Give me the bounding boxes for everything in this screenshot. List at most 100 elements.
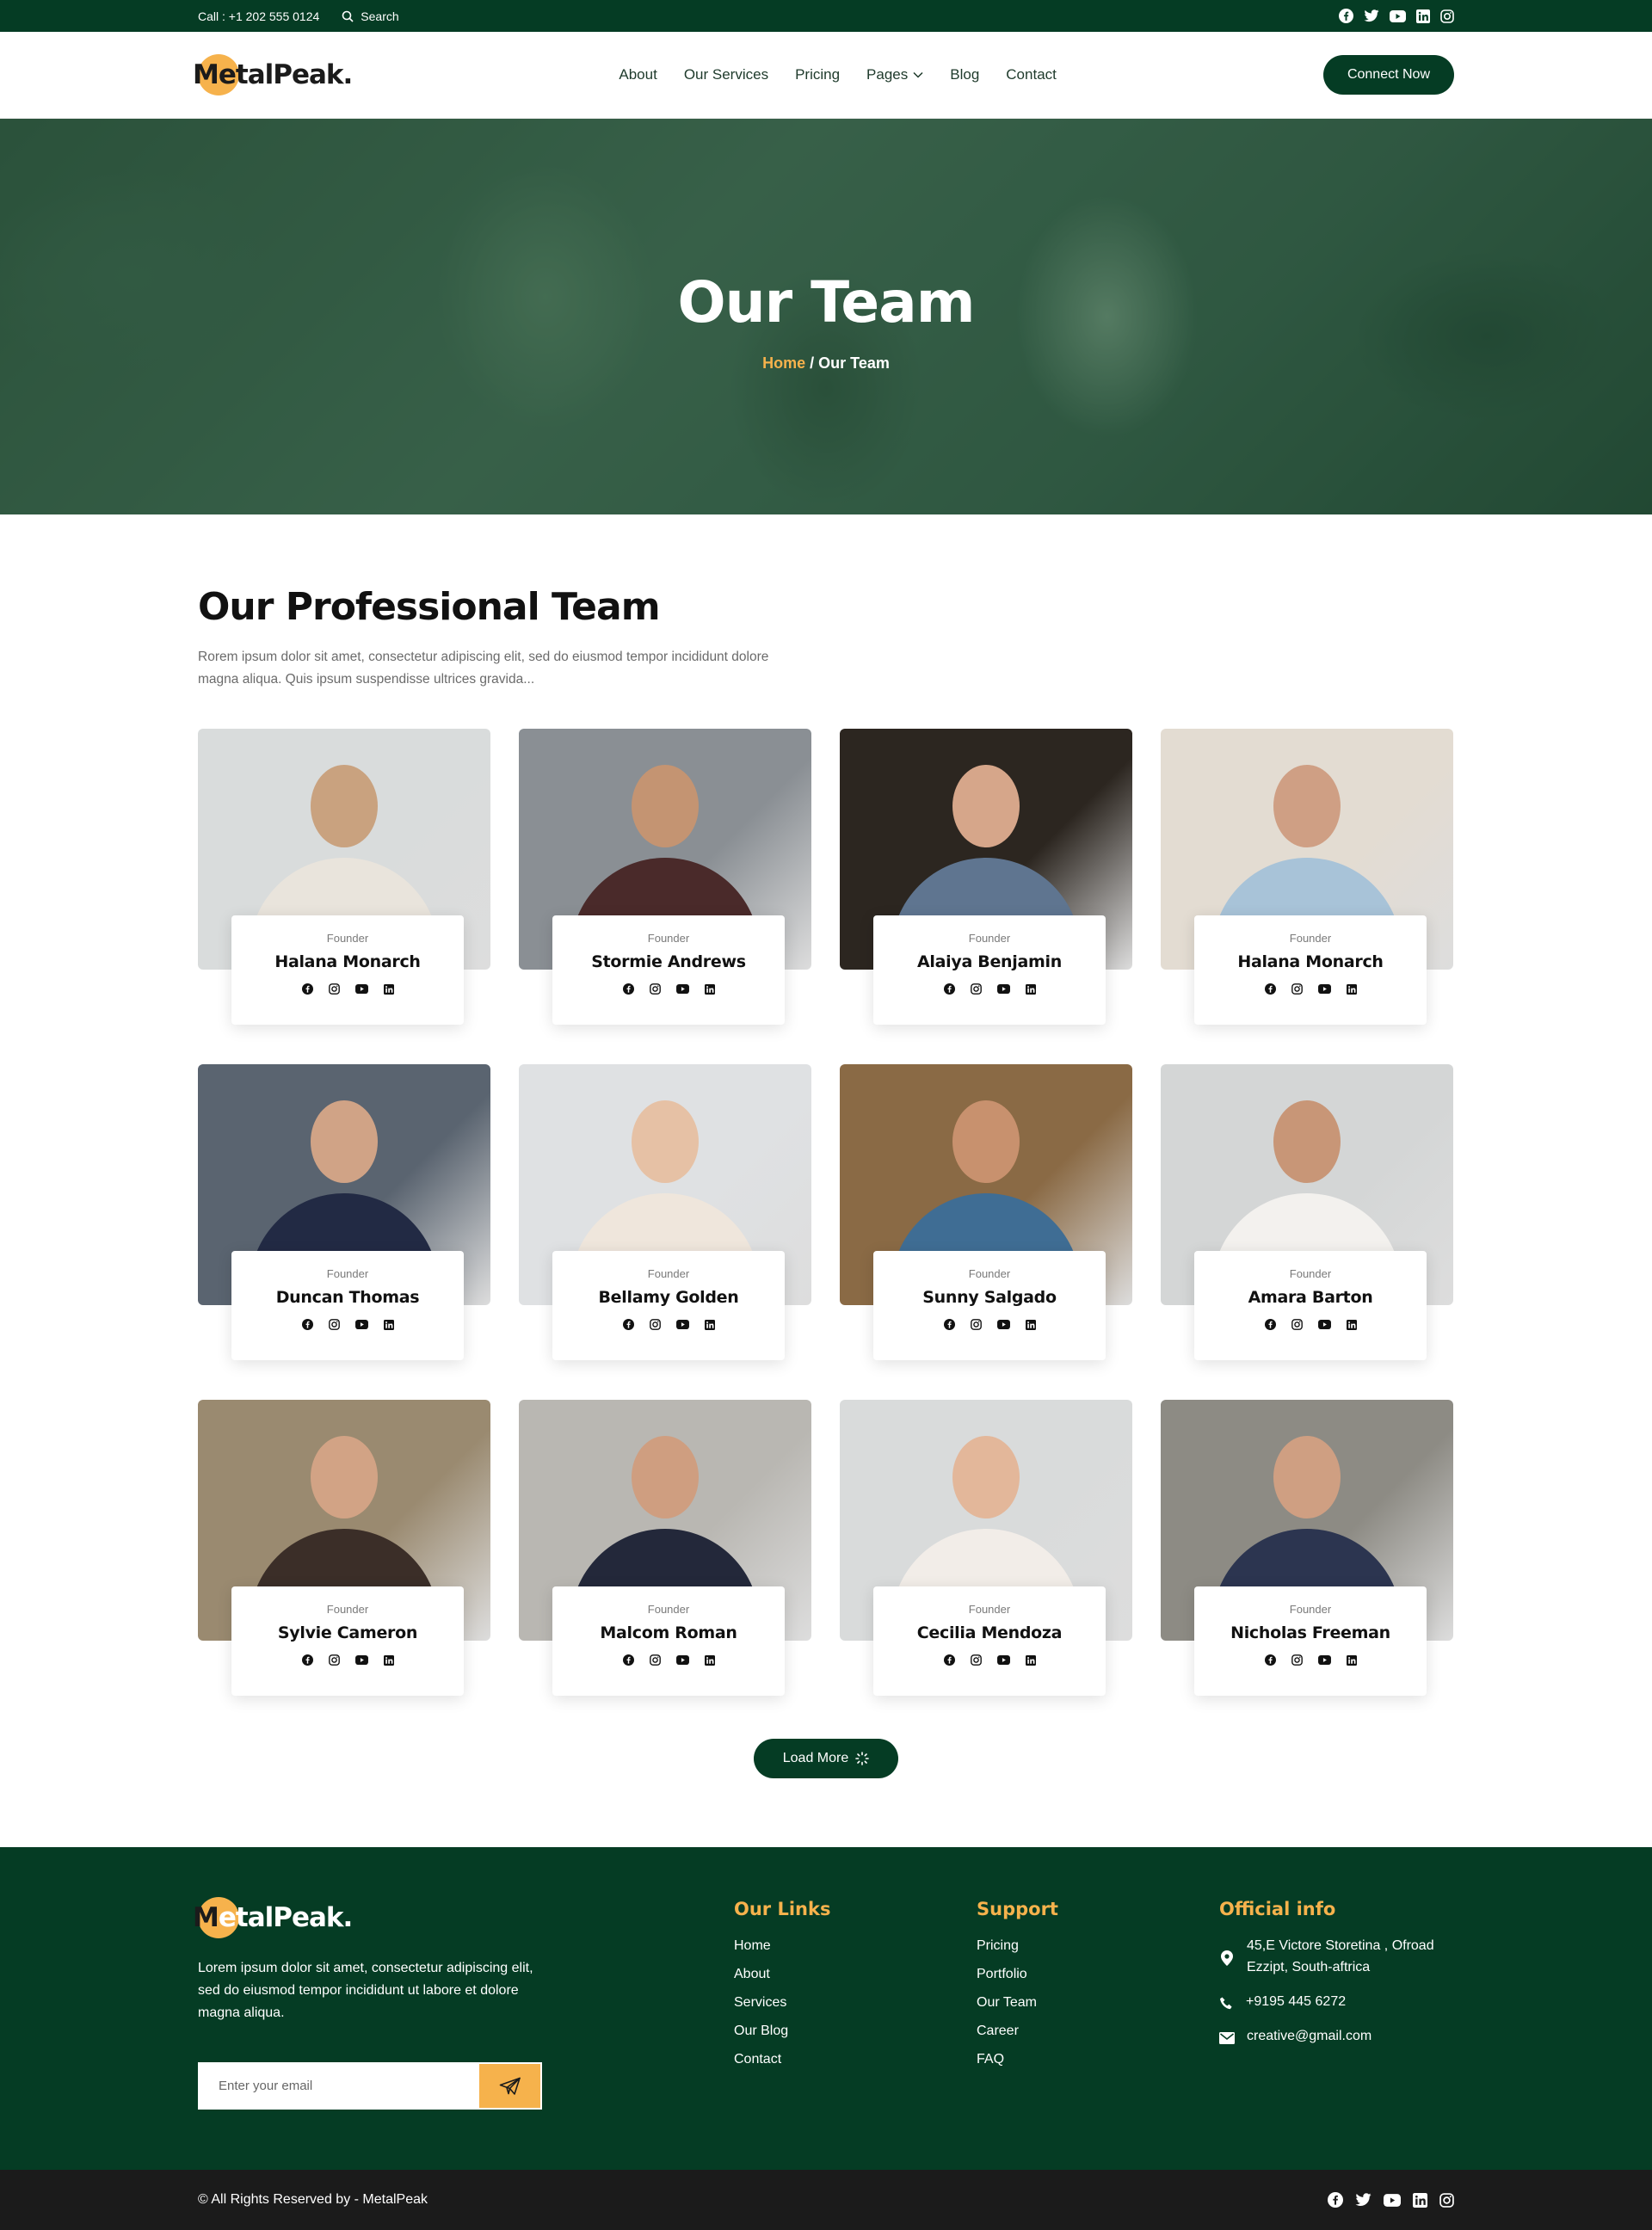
linkedin-icon[interactable] bbox=[1346, 1654, 1357, 1666]
nav-our-services[interactable]: Our Services bbox=[684, 66, 768, 83]
youtube-icon[interactable] bbox=[675, 983, 689, 995]
instagram-icon[interactable] bbox=[1440, 9, 1454, 23]
team-member-role: Founder bbox=[647, 932, 690, 945]
youtube-icon[interactable] bbox=[675, 1654, 689, 1666]
facebook-icon[interactable] bbox=[622, 1654, 634, 1666]
footer-links-heading: Our Links bbox=[734, 1899, 831, 1919]
instagram-icon[interactable] bbox=[1291, 1654, 1303, 1666]
linkedin-icon[interactable] bbox=[704, 983, 715, 995]
instagram-icon[interactable] bbox=[970, 1319, 982, 1330]
facebook-icon[interactable] bbox=[301, 1654, 313, 1666]
instagram-icon[interactable] bbox=[649, 983, 661, 995]
team-member-card: Founder Stormie Andrews bbox=[519, 729, 811, 1025]
linkedin-icon[interactable] bbox=[1346, 1319, 1357, 1330]
facebook-icon[interactable] bbox=[943, 1654, 955, 1666]
facebook-icon[interactable] bbox=[943, 983, 955, 995]
team-member-social bbox=[1264, 1654, 1357, 1666]
linkedin-icon[interactable] bbox=[1025, 1654, 1036, 1666]
linkedin-icon[interactable] bbox=[1413, 2192, 1427, 2208]
linkedin-icon[interactable] bbox=[704, 1654, 715, 1666]
footer-link-career[interactable]: Career bbox=[977, 2024, 1219, 2039]
instagram-icon[interactable] bbox=[649, 1319, 661, 1330]
youtube-icon[interactable] bbox=[354, 983, 368, 995]
footer-link-services[interactable]: Services bbox=[734, 1995, 977, 2011]
instagram-icon[interactable] bbox=[1439, 2192, 1454, 2208]
connect-now-button[interactable]: Connect Now bbox=[1322, 55, 1454, 95]
instagram-icon[interactable] bbox=[328, 983, 340, 995]
facebook-icon[interactable] bbox=[1264, 983, 1276, 995]
team-member-social bbox=[301, 983, 394, 995]
youtube-icon[interactable] bbox=[996, 983, 1010, 995]
facebook-icon[interactable] bbox=[943, 1319, 955, 1330]
team-member-card: Founder Duncan Thomas bbox=[198, 1064, 490, 1360]
team-member-social bbox=[1264, 1319, 1357, 1330]
footer-logo[interactable]: M etalPeak. bbox=[193, 1897, 542, 1938]
facebook-icon[interactable] bbox=[1264, 1654, 1276, 1666]
youtube-icon[interactable] bbox=[996, 1654, 1010, 1666]
search-label: Search bbox=[361, 9, 399, 23]
facebook-icon[interactable] bbox=[622, 1319, 634, 1330]
load-more-button[interactable]: Load More bbox=[753, 1739, 899, 1778]
footer-link-pricing[interactable]: Pricing bbox=[977, 1938, 1219, 1954]
nav-blog[interactable]: Blog bbox=[950, 66, 979, 83]
facebook-icon[interactable] bbox=[622, 983, 634, 995]
linkedin-icon[interactable] bbox=[1346, 983, 1357, 995]
instagram-icon[interactable] bbox=[1291, 983, 1303, 995]
youtube-icon[interactable] bbox=[354, 1319, 368, 1330]
facebook-icon[interactable] bbox=[1328, 2192, 1343, 2208]
footer-link-our-blog[interactable]: Our Blog bbox=[734, 2024, 977, 2039]
youtube-icon[interactable] bbox=[996, 1319, 1010, 1330]
newsletter-submit-button[interactable] bbox=[479, 2064, 540, 2108]
youtube-icon[interactable] bbox=[354, 1654, 368, 1666]
youtube-icon[interactable] bbox=[675, 1319, 689, 1330]
footer-link-contact[interactable]: Contact bbox=[734, 2052, 977, 2067]
youtube-icon[interactable] bbox=[1317, 1319, 1331, 1330]
team-member-name: Cecilia Mendoza bbox=[916, 1623, 1063, 1642]
mail-icon bbox=[1219, 2029, 1235, 2047]
youtube-icon[interactable] bbox=[1317, 1654, 1331, 1666]
facebook-icon[interactable] bbox=[1264, 1319, 1276, 1330]
linkedin-icon[interactable] bbox=[1025, 983, 1036, 995]
instagram-icon[interactable] bbox=[328, 1319, 340, 1330]
site-logo[interactable]: M etalPeak. bbox=[193, 54, 353, 95]
linkedin-icon[interactable] bbox=[383, 1654, 394, 1666]
team-member-role: Founder bbox=[326, 1603, 369, 1616]
youtube-icon[interactable] bbox=[1390, 9, 1406, 22]
footer-link-portfolio[interactable]: Portfolio bbox=[977, 1967, 1219, 1982]
footer-link-faq[interactable]: FAQ bbox=[977, 2052, 1219, 2067]
nav-pages-dropdown[interactable]: Pages bbox=[866, 66, 923, 83]
instagram-icon[interactable] bbox=[328, 1654, 340, 1666]
instagram-icon[interactable] bbox=[970, 1654, 982, 1666]
nav-contact[interactable]: Contact bbox=[1006, 66, 1057, 83]
linkedin-icon[interactable] bbox=[383, 1319, 394, 1330]
newsletter-email-input[interactable] bbox=[200, 2064, 479, 2108]
twitter-icon[interactable] bbox=[1355, 2192, 1372, 2208]
youtube-icon[interactable] bbox=[1384, 2192, 1401, 2208]
team-member-name: Alaiya Benjamin bbox=[917, 952, 1062, 971]
twitter-icon[interactable] bbox=[1364, 9, 1379, 22]
instagram-icon[interactable] bbox=[1291, 1319, 1303, 1330]
team-member-name: Nicholas Freeman bbox=[1230, 1623, 1390, 1642]
footer-link-about[interactable]: About bbox=[734, 1967, 977, 1982]
nav-pricing[interactable]: Pricing bbox=[795, 66, 840, 83]
instagram-icon[interactable] bbox=[970, 983, 982, 995]
nav-about[interactable]: About bbox=[619, 66, 656, 83]
team-member-name: Halana Monarch bbox=[1237, 952, 1384, 971]
team-member-info: Founder Sylvie Cameron bbox=[231, 1586, 464, 1696]
facebook-icon[interactable] bbox=[301, 1319, 313, 1330]
footer-email[interactable]: creative@gmail.com bbox=[1247, 2025, 1372, 2047]
breadcrumb-home-link[interactable]: Home bbox=[762, 354, 805, 372]
footer-link-our-team[interactable]: Our Team bbox=[977, 1995, 1219, 2011]
facebook-icon[interactable] bbox=[301, 983, 313, 995]
youtube-icon[interactable] bbox=[1317, 983, 1331, 995]
instagram-icon[interactable] bbox=[649, 1654, 661, 1666]
linkedin-icon[interactable] bbox=[704, 1319, 715, 1330]
linkedin-icon[interactable] bbox=[383, 983, 394, 995]
top-search-button[interactable]: Search bbox=[342, 9, 399, 23]
team-member-social bbox=[943, 1654, 1036, 1666]
linkedin-icon[interactable] bbox=[1025, 1319, 1036, 1330]
facebook-icon[interactable] bbox=[1339, 9, 1353, 23]
footer-link-home[interactable]: Home bbox=[734, 1938, 977, 1954]
footer-phone[interactable]: +9195 445 6272 bbox=[1246, 1991, 1346, 2012]
linkedin-icon[interactable] bbox=[1416, 9, 1430, 23]
